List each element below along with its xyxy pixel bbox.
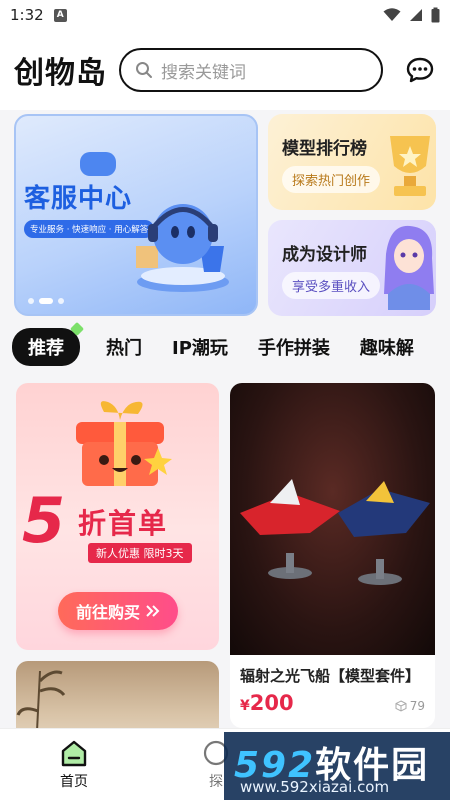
gift-box-icon xyxy=(76,401,172,486)
carousel-dots xyxy=(28,298,64,304)
ranking-button[interactable]: 探索热门创作 xyxy=(282,166,381,193)
carousel-dot[interactable] xyxy=(28,298,34,304)
tab-ip-toys[interactable]: IP潮玩 xyxy=(172,334,228,360)
tab-recommend[interactable]: 推荐 xyxy=(12,328,80,366)
product-card[interactable]: 辐射之光飞船【模型套件】 ¥200 79 xyxy=(230,383,435,728)
spaceship-models-image xyxy=(240,479,430,585)
views-count: 79 xyxy=(409,699,425,713)
designer-banner[interactable]: 成为设计师 享受多重收入 xyxy=(268,220,436,316)
product-image xyxy=(230,383,435,655)
double-chevron-right-icon xyxy=(146,605,160,617)
battery-icon xyxy=(431,7,440,23)
promo-title: 折首单 xyxy=(78,507,169,540)
chat-bubble-icon xyxy=(406,57,434,83)
nav-home-label: 首页 xyxy=(60,774,88,790)
chat-bubble-decoration xyxy=(80,152,116,176)
product-name: 辐射之光飞船【模型套件】 xyxy=(240,667,421,685)
trophy-icon xyxy=(390,136,430,196)
wifi-icon xyxy=(383,8,401,21)
banner-area: 客服中心 专业服务 · 快速响应 · 用心解答 模型排行榜 探索热门创作 成为设… xyxy=(14,114,436,316)
promo-subtitle: 新人优惠 限时3天 xyxy=(88,543,192,563)
robot-mascot-icon xyxy=(136,204,229,292)
status-bar: 1:32 A xyxy=(0,0,450,30)
search-placeholder: 搜索关键词 xyxy=(161,62,246,83)
search-icon xyxy=(136,62,152,78)
tab-hot[interactable]: 热门 xyxy=(106,334,142,360)
product-price: ¥200 xyxy=(240,691,294,715)
banner-title: 客服中心 xyxy=(24,184,133,214)
status-icons xyxy=(383,7,440,23)
message-button[interactable] xyxy=(404,54,436,86)
price-currency: ¥ xyxy=(240,698,250,714)
ranking-banner[interactable]: 模型排行榜 探索热门创作 xyxy=(268,114,436,210)
customer-service-banner[interactable]: 客服中心 专业服务 · 快速响应 · 用心解答 xyxy=(14,114,258,316)
tab-fun[interactable]: 趣味解 xyxy=(360,334,414,360)
app-header: 创物岛 搜索关键词 xyxy=(0,30,450,110)
buy-now-button[interactable]: 前往购买 xyxy=(58,592,178,630)
category-tabs: 推荐 热门 IP潮玩 手作拼装 趣味解 xyxy=(0,324,450,370)
status-time: 1:32 xyxy=(10,6,44,24)
search-input[interactable]: 搜索关键词 xyxy=(119,48,383,92)
watermark-url: www.592xiazai.com xyxy=(240,778,390,796)
site-watermark: 592软件园 www.592xiazai.com xyxy=(224,732,450,800)
nav-explore-label: 探 xyxy=(209,774,223,790)
designer-button[interactable]: 享受多重收入 xyxy=(282,272,381,299)
carousel-dot-active[interactable] xyxy=(39,298,53,304)
buy-now-label: 前往购买 xyxy=(75,603,140,622)
designer-title: 成为设计师 xyxy=(282,245,367,265)
notification-a-icon: A xyxy=(53,8,67,22)
promo-discount-number: 5 xyxy=(22,484,66,557)
tab-handmade-assembly[interactable]: 手作拼装 xyxy=(258,334,330,360)
ranking-title: 模型排行榜 xyxy=(282,139,367,159)
designer-avatar-icon xyxy=(384,225,434,310)
price-value: 200 xyxy=(249,691,294,715)
signal-icon xyxy=(410,9,422,21)
nav-home[interactable]: 首页 xyxy=(44,739,104,791)
app-logo: 创物岛 xyxy=(14,56,107,91)
home-icon xyxy=(61,740,87,767)
carousel-dot[interactable] xyxy=(58,298,64,304)
product-views: 79 xyxy=(395,699,425,713)
cube-icon xyxy=(395,700,407,712)
